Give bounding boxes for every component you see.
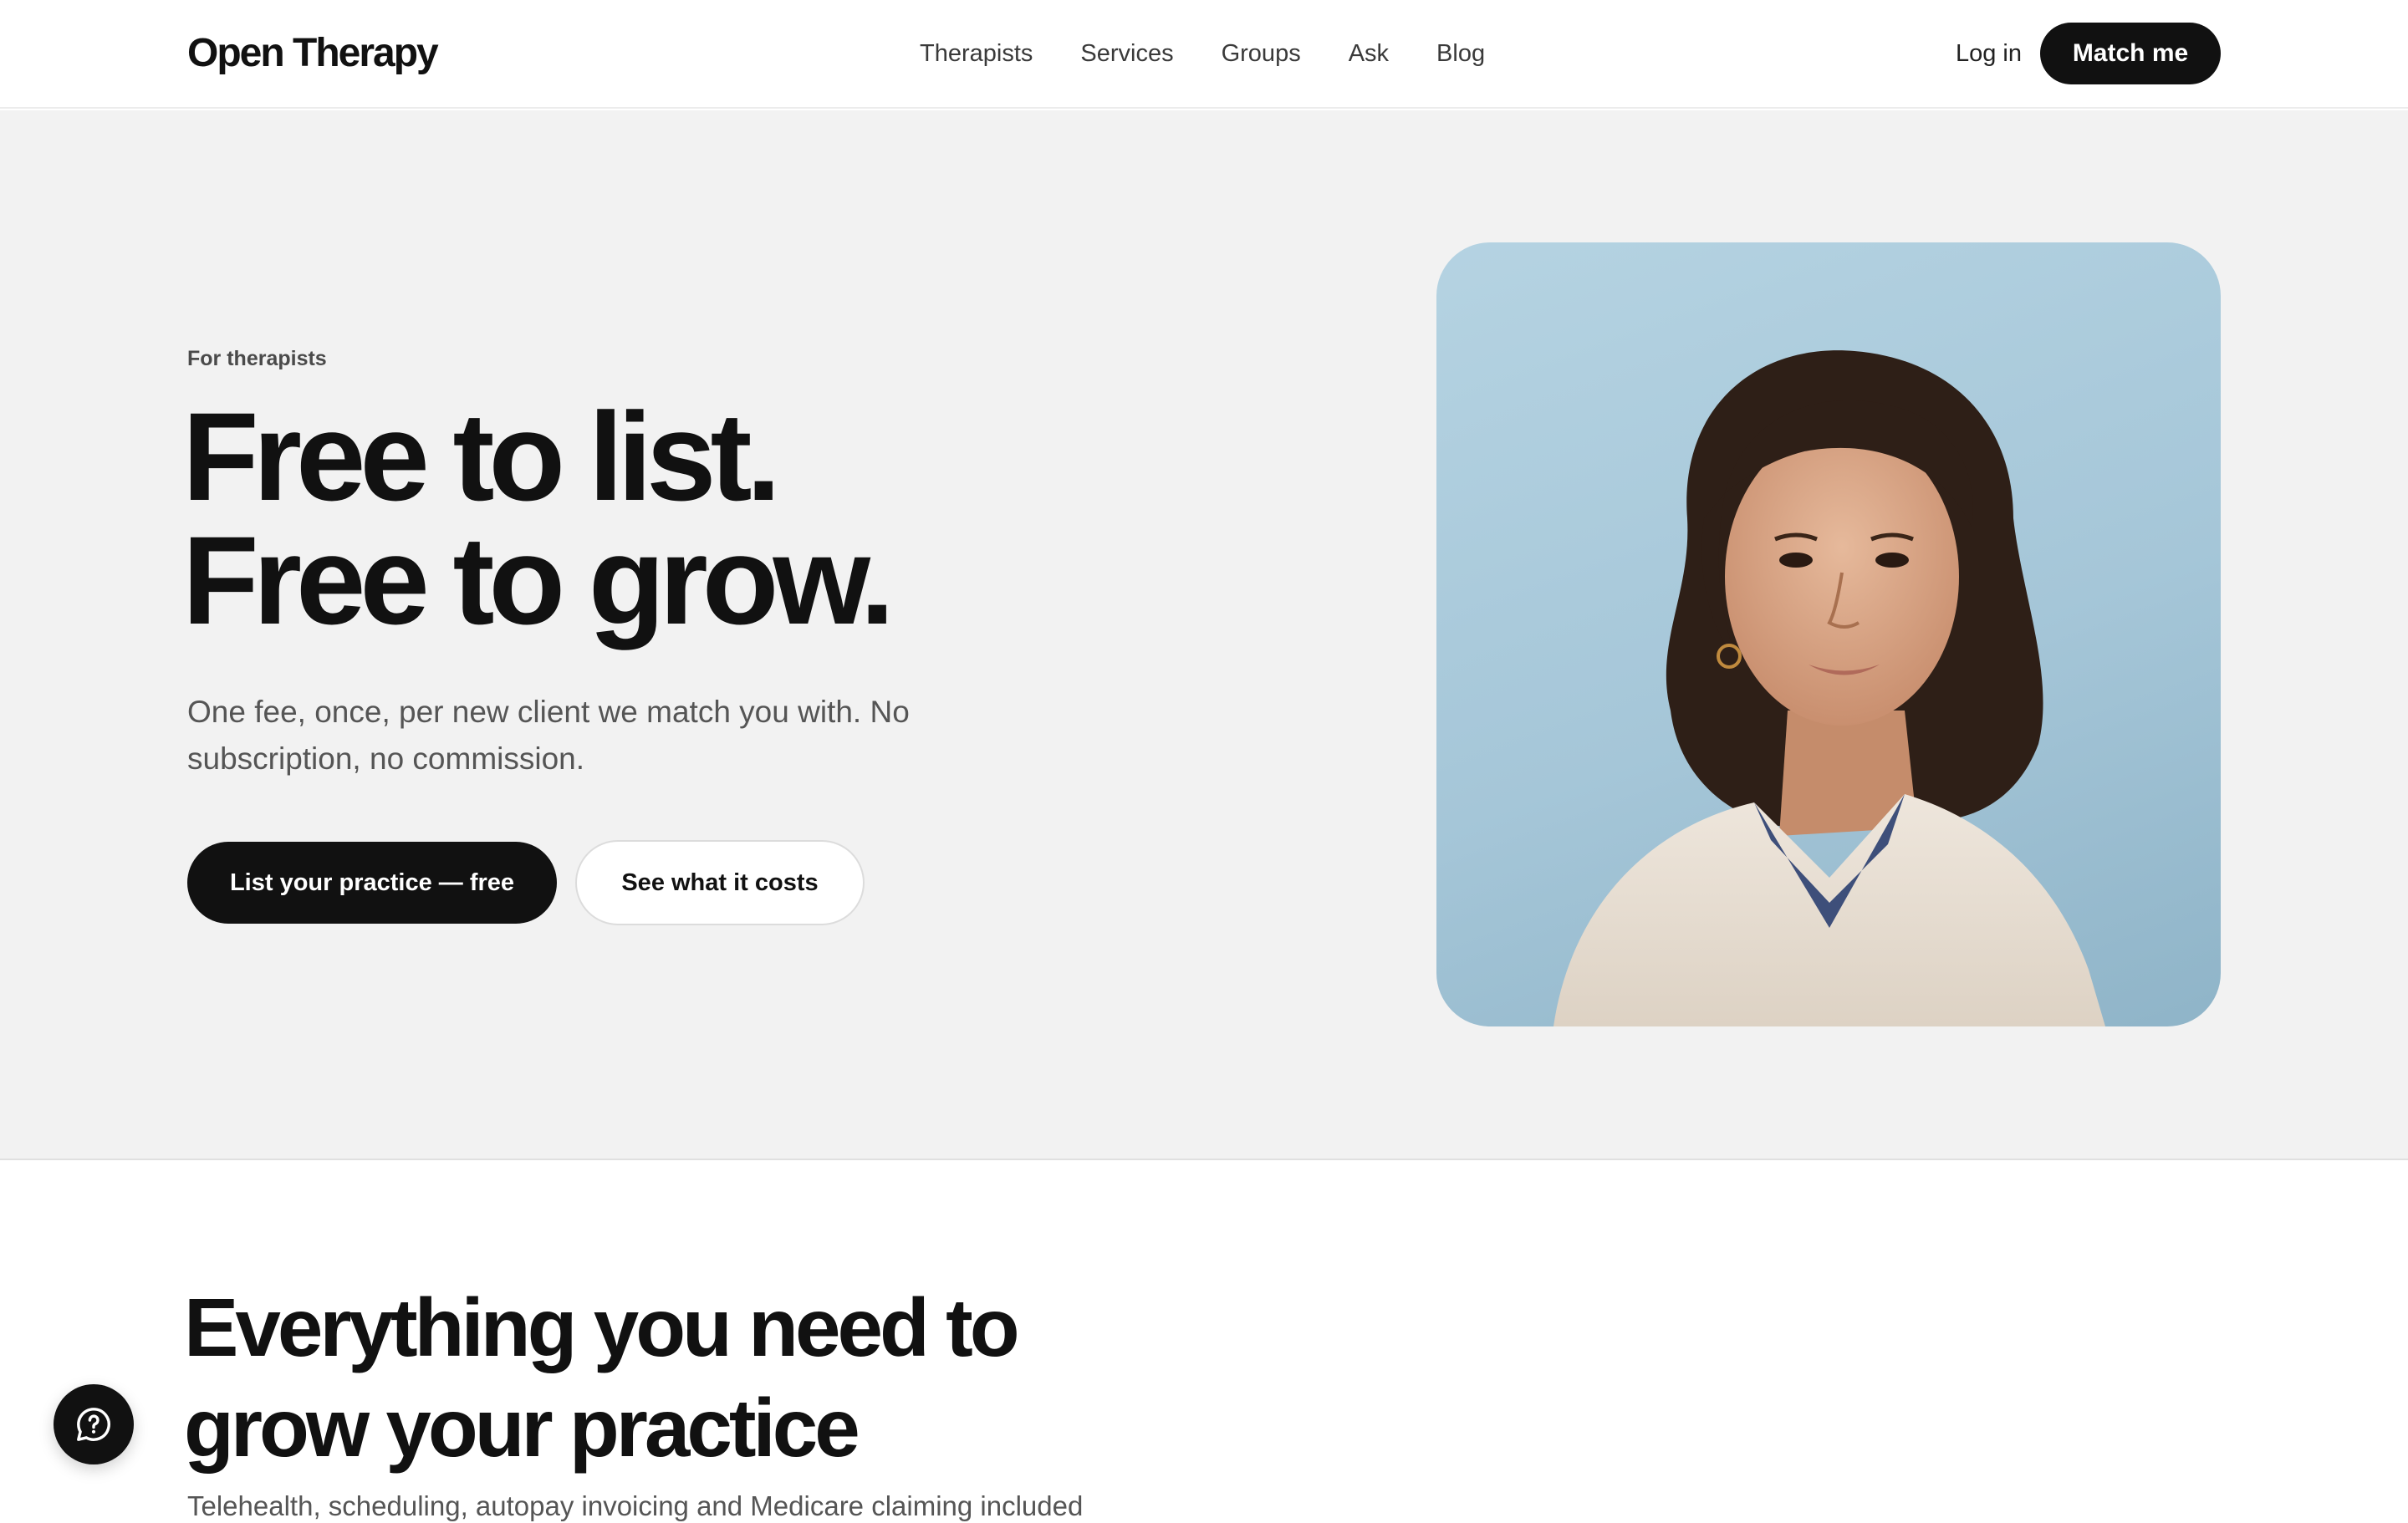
list-practice-button[interactable]: List your practice — free [187,842,557,924]
features-subtext: Telehealth, scheduling, autopay invoicin… [187,1490,1084,1521]
nav-link-groups[interactable]: Groups [1222,37,1301,70]
hero-headline: Free to list. Free to grow. [182,386,895,650]
nav-link-blog[interactable]: Blog [1436,37,1485,70]
login-link[interactable]: Log in [1956,37,2022,70]
hero-headline-line-2: Free to grow. [182,510,895,650]
hero-section: For therapists Free to list. Free to gro… [0,110,2408,1160]
top-nav: Open Therapy Therapists Services Groups … [0,0,2408,109]
portrait-illustration [1553,350,2105,1026]
help-chat-button[interactable] [54,1384,134,1464]
help-chat-icon [77,1408,110,1441]
primary-nav: Therapists Services Groups Ask Blog [920,37,1485,70]
hero-subtext: One fee, once, per new client we match y… [187,695,910,776]
hero-eyebrow: For therapists [187,347,327,370]
nav-link-ask[interactable]: Ask [1349,37,1389,70]
match-me-button[interactable]: Match me [2040,23,2221,84]
features-title-line-1: Everything you need to [184,1281,1020,1373]
features-section: Everything you need to grow your practic… [0,1162,2408,1521]
see-costs-button[interactable]: See what it costs [575,840,865,925]
features-title-line-2: grow your practice [184,1382,860,1474]
hero-headline-line-1: Free to list. [182,386,781,527]
nav-link-therapists[interactable]: Therapists [920,37,1033,70]
features-title: Everything you need to grow your practic… [184,1277,1020,1478]
brand-logo[interactable]: Open Therapy [187,30,439,77]
therapist-portrait-image [1436,242,2221,1026]
nav-link-services[interactable]: Services [1080,37,1173,70]
